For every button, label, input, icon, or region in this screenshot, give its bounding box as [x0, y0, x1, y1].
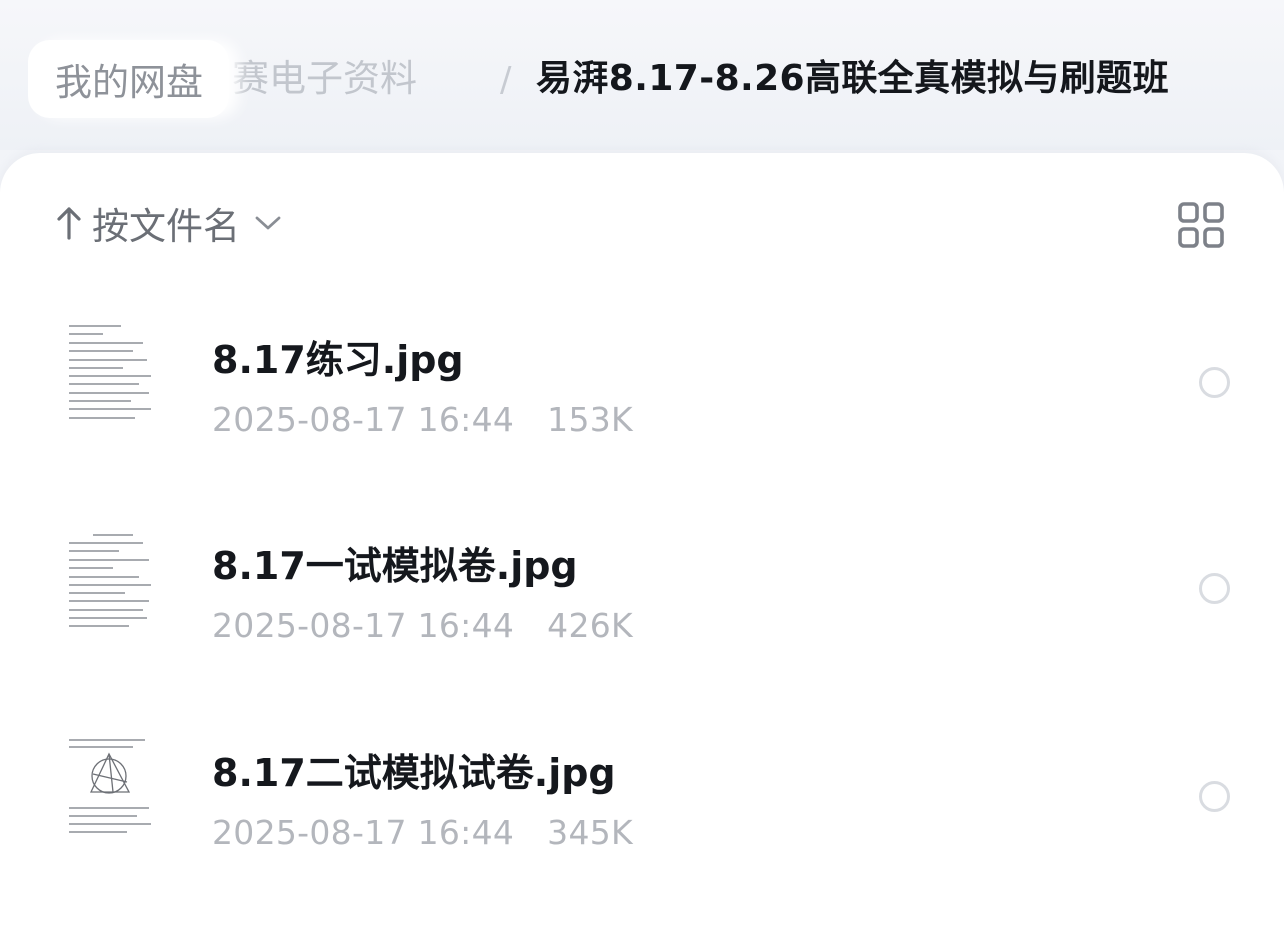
file-date: 2025-08-17 16:44 — [212, 400, 515, 439]
file-meta: 2025-08-17 16:44 345K — [212, 811, 633, 855]
breadcrumb-root-button[interactable]: 我的网盘 — [28, 40, 229, 118]
breadcrumb-current-folder: 易湃8.17-8.26高联全真模拟与刷题班 — [536, 58, 1169, 99]
file-size: 426K — [547, 606, 633, 645]
file-meta: 2025-08-17 16:44 426K — [212, 604, 633, 648]
select-checkbox[interactable] — [1199, 573, 1230, 604]
file-thumbnail — [63, 529, 159, 639]
file-date: 2025-08-17 16:44 — [212, 813, 515, 852]
breadcrumb-item-folder[interactable]: 赛电子资料 — [232, 55, 417, 103]
file-name: 8.17练习.jpg — [212, 338, 464, 382]
file-row[interactable]: 8.17二试模拟试卷.jpg 2025-08-17 16:44 345K — [0, 716, 1284, 916]
file-meta: 2025-08-17 16:44 153K — [212, 398, 633, 442]
select-checkbox[interactable] — [1199, 367, 1230, 398]
file-name: 8.17一试模拟卷.jpg — [212, 544, 578, 588]
file-row[interactable]: 8.17一试模拟卷.jpg 2025-08-17 16:44 426K — [0, 509, 1284, 709]
file-list-panel: 按文件名 8.17练习.jpg 2025-08-17 16:44 153K 8.… — [0, 153, 1284, 943]
file-name: 8.17二试模拟试卷.jpg — [212, 751, 616, 795]
file-size: 153K — [547, 400, 633, 439]
file-date: 2025-08-17 16:44 — [212, 606, 515, 645]
file-thumbnail — [63, 318, 159, 428]
file-row[interactable]: 8.17练习.jpg 2025-08-17 16:44 153K — [0, 303, 1284, 503]
arrow-up-icon — [57, 207, 81, 240]
breadcrumb: 赛电子资料 / 易湃8.17-8.26高联全真模拟与刷题班 我的网盘 — [0, 0, 1284, 150]
grid-view-icon[interactable] — [1176, 200, 1226, 250]
sort-control[interactable]: 按文件名 — [56, 197, 282, 249]
file-thumbnail — [63, 734, 159, 844]
sort-label: 按文件名 — [92, 205, 240, 248]
chevron-down-icon — [255, 216, 281, 230]
select-checkbox[interactable] — [1199, 781, 1230, 812]
breadcrumb-separator: / — [500, 60, 512, 100]
file-size: 345K — [547, 813, 633, 852]
